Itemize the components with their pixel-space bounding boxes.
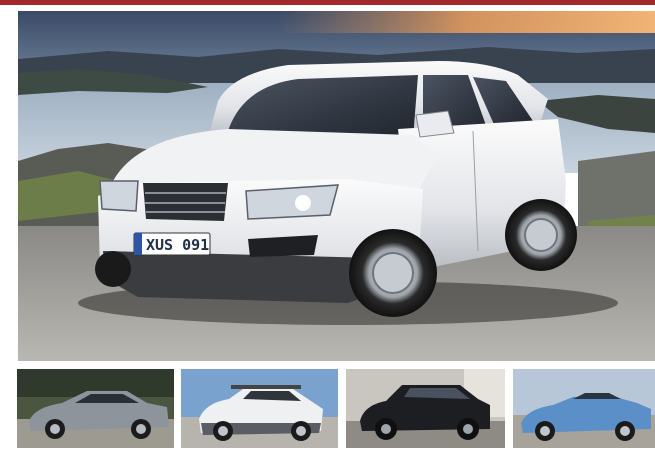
thumbnail-grey-sedan[interactable]	[17, 369, 174, 448]
top-accent-strip	[0, 0, 655, 5]
thumbnail-blue-convertible[interactable]	[513, 369, 655, 448]
gallery-page: XUS 091	[0, 0, 655, 451]
thumbnail-white-crossover[interactable]	[181, 369, 338, 448]
hero-image[interactable]: XUS 091	[18, 11, 655, 361]
hero-license-plate: XUS 091	[146, 236, 209, 254]
thumbnail-black-suv[interactable]	[346, 369, 505, 448]
thumbnail-strip	[0, 369, 655, 451]
